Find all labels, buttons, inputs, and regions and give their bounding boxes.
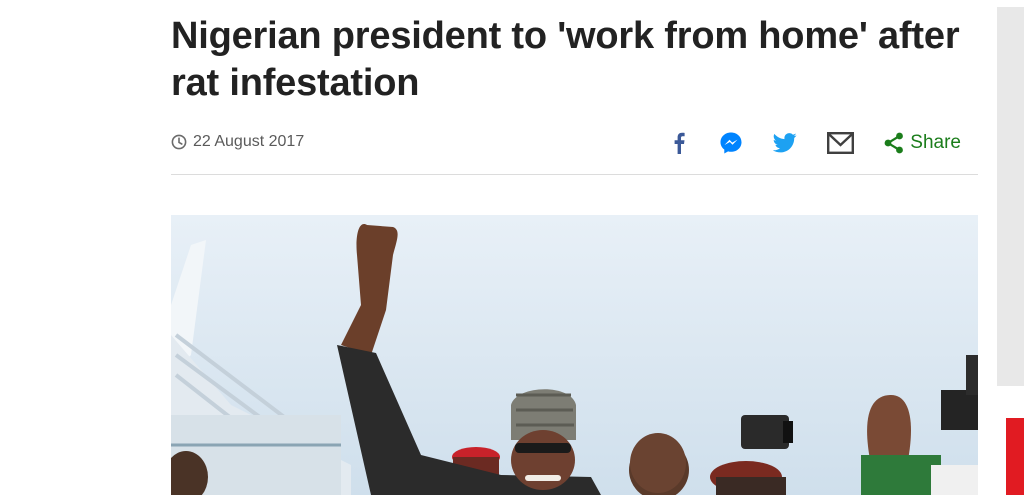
article-photo [171,215,978,495]
sidebar-panel [997,7,1024,386]
meta-row: 22 August 2017 Share [171,128,978,158]
side-ad-block [1006,418,1024,495]
date-text: 22 August 2017 [193,133,305,150]
email-icon[interactable] [827,132,855,154]
twitter-icon[interactable] [773,133,797,153]
share-icon [884,132,904,154]
facebook-icon[interactable] [673,132,685,154]
share-button[interactable]: Share [884,132,961,154]
share-bar: Share [673,128,961,158]
divider [171,174,978,175]
messenger-icon[interactable] [719,131,743,155]
headline: Nigerian president to 'work from home' a… [171,15,960,104]
article-date: 22 August 2017 [171,133,304,151]
share-label: Share [910,132,961,153]
clock-icon [171,134,187,150]
